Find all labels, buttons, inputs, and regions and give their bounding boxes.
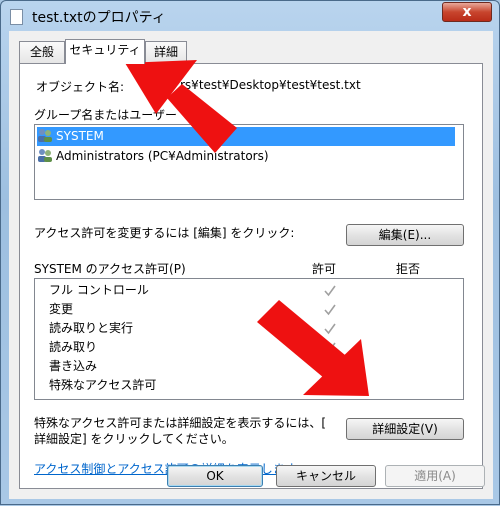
properties-window: test.txtのプロパティ x 全般 セキュリティ 詳細 オブジェクト名: r… (0, 0, 500, 505)
annotation-arrows (125, 60, 369, 396)
tab-security[interactable]: セキュリティ (65, 39, 145, 64)
arrow-to-advanced-button (257, 300, 369, 396)
arrow-to-security-tab (125, 60, 237, 153)
